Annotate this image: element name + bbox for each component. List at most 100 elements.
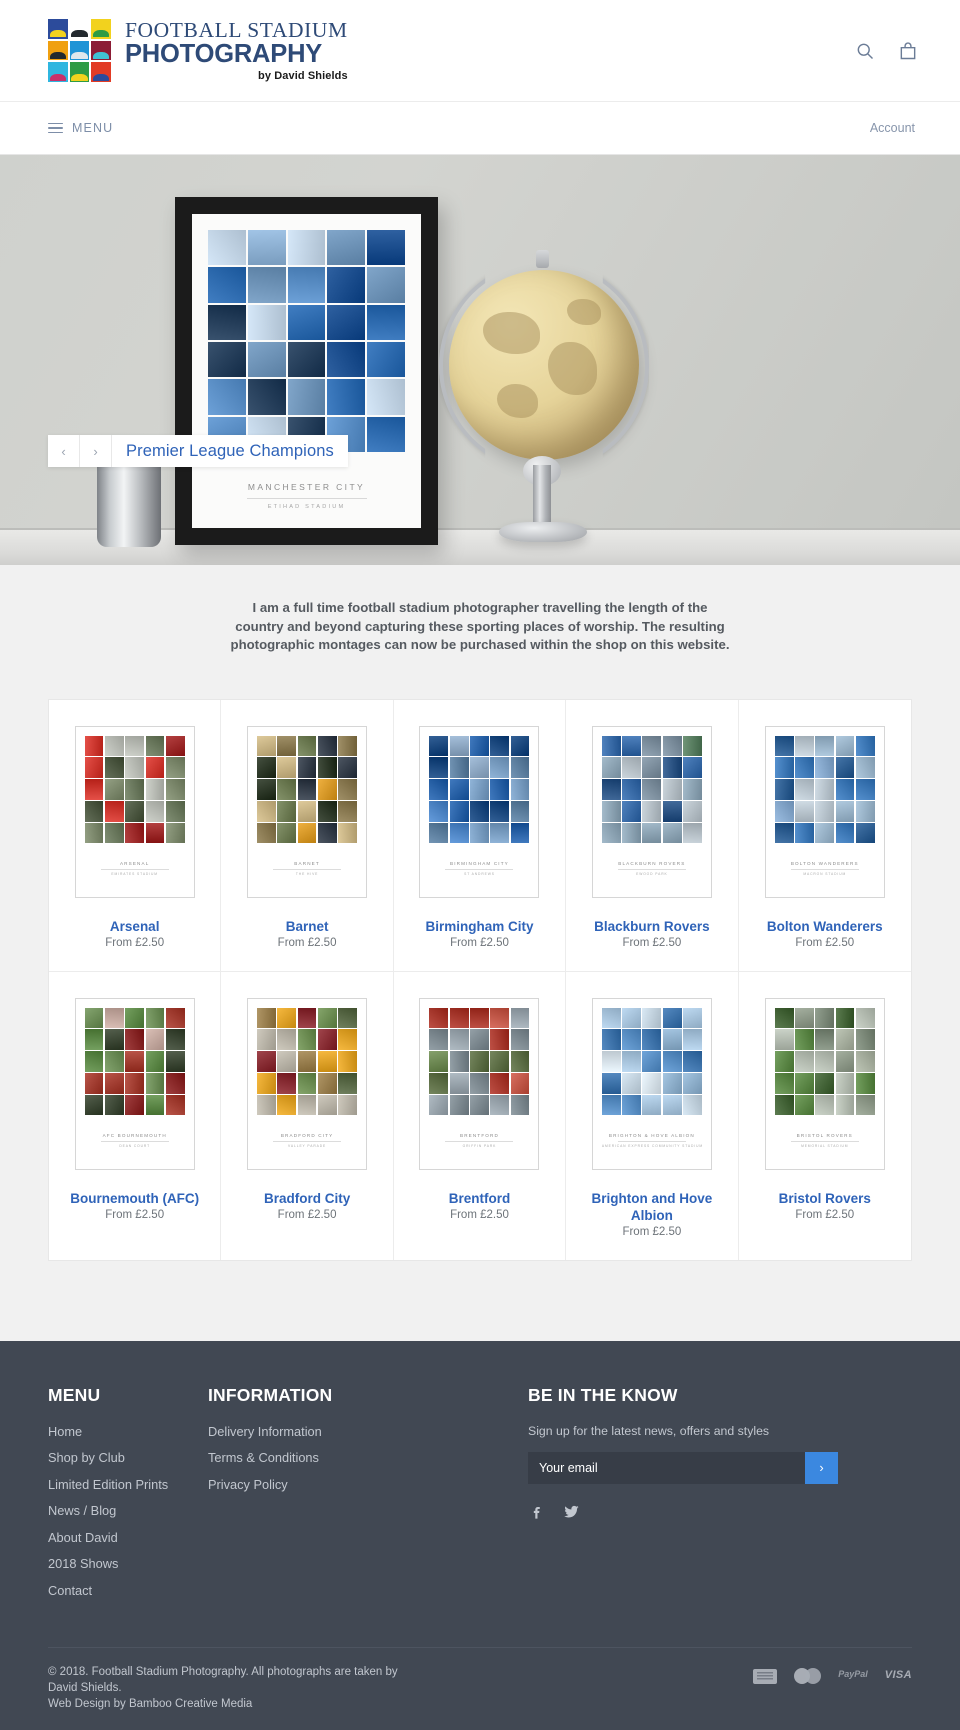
- product-card[interactable]: BARNETTHE HIVE Barnet From £2.50: [221, 700, 393, 971]
- globe-stem: [533, 465, 551, 527]
- poster-montage-tile: [105, 801, 124, 821]
- poster-montage-tile: [429, 1008, 448, 1028]
- footer-link-limited-edition-prints[interactable]: Limited Edition Prints: [48, 1477, 208, 1492]
- hero-framed-print: MANCHESTER CITY ETIHAD STADIUM: [175, 197, 438, 545]
- footer-link-shop-by-club[interactable]: Shop by Club: [48, 1450, 208, 1465]
- hero-prev-button[interactable]: ‹: [48, 435, 80, 467]
- poster-montage-tile: [429, 801, 448, 821]
- logo-tile-8: [70, 62, 90, 82]
- hero-globe: [437, 260, 652, 560]
- product-card[interactable]: BRADFORD CITYVALLEY PARADEBradford CityF…: [221, 972, 393, 1260]
- poster-montage-tile: [642, 779, 661, 799]
- product-card[interactable]: BOLTON WANDERERSMACRON STADIUMBolton Wan…: [739, 700, 911, 971]
- footer-link-home[interactable]: Home: [48, 1424, 208, 1439]
- poster-montage-tile: [318, 823, 337, 843]
- poster-montage-tile: [450, 1051, 469, 1071]
- poster-montage-tile: [642, 757, 661, 777]
- product-title[interactable]: Bradford City: [239, 1190, 374, 1207]
- poster-montage-tile: [795, 1029, 814, 1049]
- newsletter-submit-button[interactable]: ›: [805, 1452, 838, 1484]
- poster-stadium-label: EWOOD PARK: [602, 872, 702, 876]
- poster-montage-tile: [815, 736, 834, 756]
- poster-montage-tile: [105, 1029, 124, 1049]
- product-card[interactable]: AFC BOURNEMOUTHDEAN COURT Bournemouth (AF…: [49, 972, 221, 1260]
- poster-montage-tile: [622, 736, 641, 756]
- poster-stadium-label: MEMORIAL STADIUM: [775, 1144, 875, 1148]
- product-poster: AFC BOURNEMOUTHDEAN COURT: [75, 998, 195, 1170]
- poster-montage-tile: [277, 1029, 296, 1049]
- product-card[interactable]: BLACKBURN ROVERSEWOOD PARKBlackburn Rove…: [566, 700, 738, 971]
- poster-montage-tile: [125, 1051, 144, 1071]
- poster-montage-tile: [663, 1095, 682, 1115]
- footer-link-about-david[interactable]: About David: [48, 1530, 208, 1545]
- footer-link-2018-shows[interactable]: 2018 Shows: [48, 1556, 208, 1571]
- site-logo[interactable]: FOOTBALL STADIUM PHOTOGRAPHY by David Sh…: [48, 19, 348, 82]
- product-title[interactable]: Blackburn Rovers: [584, 918, 719, 935]
- product-title[interactable]: Birmingham City: [412, 918, 547, 935]
- poster-montage-tile: [277, 757, 296, 777]
- menu-toggle-button[interactable]: MENU: [48, 121, 113, 135]
- product-title[interactable]: Arsenal: [67, 918, 202, 935]
- main-navigation-bar: MENU Account: [0, 102, 960, 155]
- product-title[interactable]: Brighton and Hove Albion: [584, 1190, 719, 1224]
- account-link[interactable]: Account: [870, 121, 915, 135]
- product-card[interactable]: ARSENALEMIRATES STADIUMArsenalFrom £2.50: [49, 700, 221, 971]
- poster-montage-tile: [166, 757, 185, 777]
- poster-divider: [101, 1141, 169, 1142]
- poster-montage-tile: [602, 1095, 621, 1115]
- product-card[interactable]: BRIGHTON & HOVE ALBIONAMERICAN EXPRESS C…: [566, 972, 738, 1260]
- poster-montage-tile: [815, 779, 834, 799]
- product-title[interactable]: Bournemouth (AFC): [67, 1190, 202, 1207]
- search-icon[interactable]: [855, 41, 875, 61]
- poster-montage-grid: [775, 736, 875, 844]
- poster-montage-tile: [642, 1029, 661, 1049]
- poster-montage-tile: [166, 1095, 185, 1115]
- product-title[interactable]: Bristol Rovers: [757, 1190, 893, 1207]
- poster-montage-tile: [166, 1051, 185, 1071]
- poster-montage-tile: [815, 823, 834, 843]
- poster-montage-tile: [775, 1051, 794, 1071]
- product-card[interactable]: BIRMINGHAM CITYST ANDREWSBirmingham City…: [394, 700, 566, 971]
- facebook-icon[interactable]: [528, 1503, 545, 1520]
- poster-montage-tile: [429, 1029, 448, 1049]
- poster-montage-tile: [257, 757, 276, 777]
- poster-club-label: BIRMINGHAM CITY: [429, 861, 529, 866]
- poster-montage-tile: [836, 757, 855, 777]
- product-title[interactable]: Bolton Wanderers: [757, 918, 893, 935]
- poster-montage-tile: [683, 1051, 702, 1071]
- hero-slide-title[interactable]: Premier League Champions: [112, 435, 348, 467]
- hero-next-button[interactable]: ›: [80, 435, 112, 467]
- shopping-bag-icon[interactable]: [898, 41, 918, 61]
- hero-montage-tile: [288, 305, 326, 340]
- newsletter-email-input[interactable]: [528, 1452, 805, 1484]
- poster-montage-tile: [795, 779, 814, 799]
- logo-tile-5: [70, 41, 90, 61]
- globe-base: [499, 522, 587, 542]
- poster-montage-tile: [450, 1073, 469, 1093]
- poster-montage-tile: [775, 823, 794, 843]
- footer-link-delivery-information[interactable]: Delivery Information: [208, 1424, 528, 1439]
- product-title[interactable]: Brentford: [412, 1190, 547, 1207]
- product-price: From £2.50: [239, 937, 374, 949]
- footer-link-contact[interactable]: Contact: [48, 1583, 208, 1598]
- poster-montage-tile: [642, 1073, 661, 1093]
- poster-montage-tile: [663, 779, 682, 799]
- product-card[interactable]: BRISTOL ROVERSMEMORIAL STADIUMBristol Ro…: [739, 972, 911, 1260]
- product-poster: BARNETTHE HIVE: [247, 726, 367, 898]
- logo-tile-3: [91, 19, 111, 39]
- poster-montage-tile: [298, 801, 317, 821]
- twitter-icon[interactable]: [563, 1503, 580, 1520]
- product-title[interactable]: Barnet: [239, 918, 374, 935]
- product-card[interactable]: BRENTFORDGRIFFIN PARKBrentfordFrom £2.50: [394, 972, 566, 1260]
- poster-montage-tile: [795, 757, 814, 777]
- footer-link-privacy-policy[interactable]: Privacy Policy: [208, 1477, 528, 1492]
- poster-montage-tile: [277, 1095, 296, 1115]
- poster-montage-tile: [622, 1051, 641, 1071]
- hero-montage-tile: [327, 379, 365, 414]
- hero-montage-tile: [367, 230, 405, 265]
- footer-link-news-blog[interactable]: News / Blog: [48, 1503, 208, 1518]
- poster-stadium-label: EMIRATES STADIUM: [85, 872, 185, 876]
- poster-montage-tile: [298, 1095, 317, 1115]
- footer-link-terms-conditions[interactable]: Terms & Conditions: [208, 1450, 528, 1465]
- poster-montage-tile: [856, 1095, 875, 1115]
